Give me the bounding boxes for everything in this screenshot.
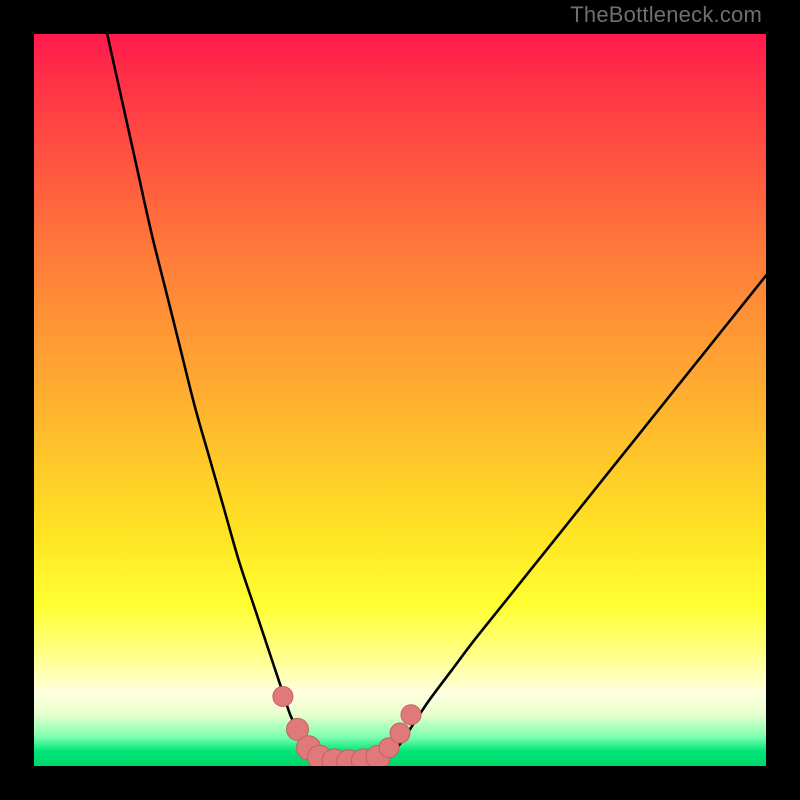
marker-dot — [390, 723, 410, 743]
marker-dots — [273, 686, 421, 766]
watermark-label: TheBottleneck.com — [570, 2, 762, 28]
marker-dot — [401, 705, 421, 725]
bottleneck-curve — [107, 34, 766, 764]
marker-dot — [273, 686, 293, 706]
plot-area — [34, 34, 766, 766]
chart-frame: TheBottleneck.com — [0, 0, 800, 800]
bottleneck-curve-chart — [34, 34, 766, 766]
